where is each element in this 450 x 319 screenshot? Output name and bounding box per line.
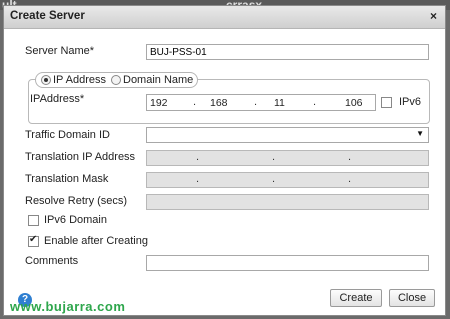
close-button[interactable]: Close (389, 289, 435, 307)
ip-address-label: IPAddress* (30, 93, 85, 105)
traffic-domain-label: Traffic Domain ID (25, 129, 110, 141)
chevron-down-icon[interactable]: ▼ (416, 129, 424, 138)
domain-name-radio[interactable] (111, 75, 121, 85)
ip-separator: . (193, 96, 197, 108)
address-type-selector: IP Address Domain Name (35, 72, 198, 88)
enable-after-creating-checkbox[interactable] (28, 234, 39, 247)
ip-separator: . (196, 173, 200, 185)
watermark: www.bujarra.com (10, 299, 126, 314)
enable-after-creating-label: Enable after Creating (44, 235, 148, 247)
ipv6-label: IPv6 (399, 96, 422, 108)
ip-separator: . (348, 151, 352, 163)
ip-separator: . (254, 96, 258, 108)
ipv6-domain-checkbox[interactable] (28, 215, 39, 226)
ip-octet-2[interactable]: 168 (210, 97, 228, 109)
ip-address-field[interactable]: 192 . 168 . 11 . 106 (146, 94, 376, 111)
close-icon[interactable]: × (430, 9, 437, 23)
dialog-titlebar: Create Server × (4, 6, 445, 29)
translation-mask-label: Translation Mask (25, 173, 109, 185)
comments-label: Comments (25, 255, 79, 267)
traffic-domain-select[interactable]: ▼ (146, 127, 429, 143)
ip-separator: . (272, 151, 276, 163)
server-name-input[interactable] (146, 44, 429, 60)
translation-ip-field: . . . (146, 150, 429, 166)
ip-separator: . (272, 173, 276, 185)
ip-octet-1[interactable]: 192 (150, 97, 168, 109)
translation-mask-field: . . . (146, 172, 429, 188)
ip-octet-4[interactable]: 106 (345, 97, 363, 109)
dialog-title: Create Server (10, 10, 85, 22)
ip-address-radio-label[interactable]: IP Address (53, 74, 106, 86)
domain-name-radio-label[interactable]: Domain Name (123, 74, 193, 86)
resolve-retry-label: Resolve Retry (secs) (25, 195, 128, 207)
ip-separator: . (313, 96, 317, 108)
ipv6-domain-label: IPv6 Domain (44, 214, 107, 226)
translation-ip-label: Translation IP Address (25, 151, 136, 163)
comments-input[interactable] (146, 255, 429, 271)
ip-address-radio[interactable] (41, 75, 51, 85)
ipv6-checkbox[interactable] (381, 97, 392, 108)
create-button[interactable]: Create (330, 289, 382, 307)
create-server-dialog: Create Server × Server Name* IP Address … (3, 5, 446, 316)
server-name-label: Server Name* (25, 45, 95, 57)
ip-separator: . (196, 151, 200, 163)
resolve-retry-input (146, 194, 429, 210)
ip-octet-3[interactable]: 11 (274, 97, 285, 109)
ip-separator: . (348, 173, 352, 185)
